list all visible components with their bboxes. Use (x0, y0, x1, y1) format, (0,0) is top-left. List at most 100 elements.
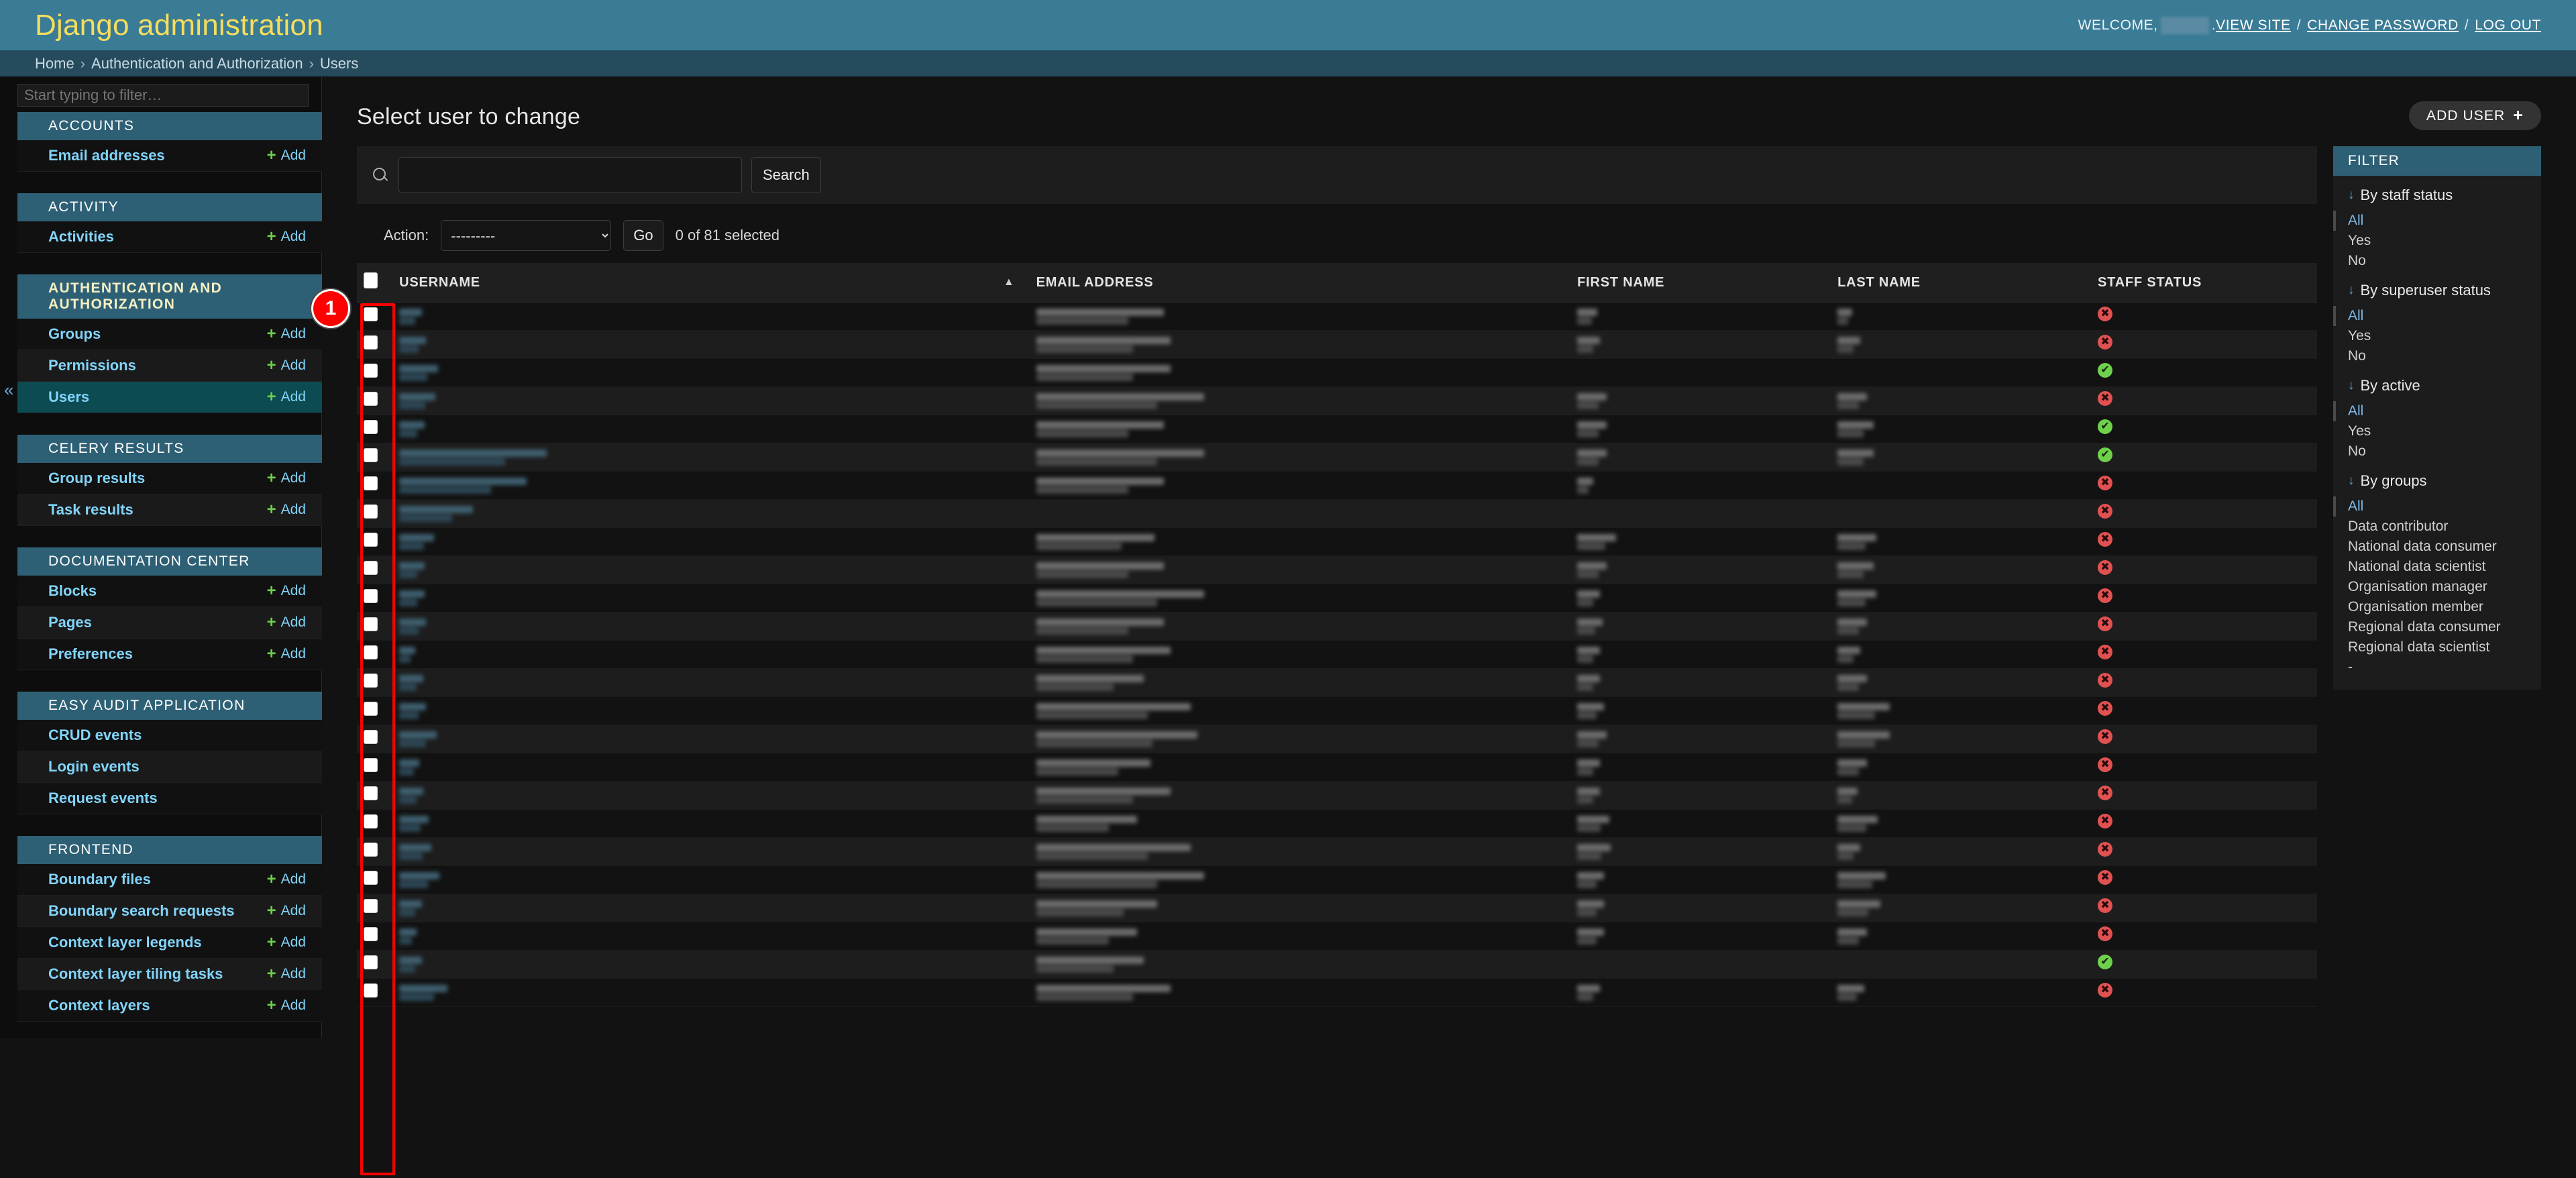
sidebar-app-caption[interactable]: ACCOUNTS (17, 112, 322, 140)
sidebar-item-email-addresses[interactable]: Email addresses + Add (17, 140, 322, 172)
table-row[interactable]: ✔ (357, 950, 2317, 979)
cell-username[interactable] (392, 725, 1030, 753)
table-row[interactable]: ✖ (357, 809, 2317, 838)
filter-option[interactable]: Regional data scientist (2333, 637, 2541, 657)
sidebar-item-context-layers[interactable]: Context layers + Add (17, 990, 322, 1022)
row-checkbox[interactable] (364, 645, 378, 659)
filter-option-link[interactable]: Regional data scientist (2348, 639, 2489, 655)
table-row[interactable]: ✖ (357, 753, 2317, 782)
row-checkbox[interactable] (364, 588, 378, 603)
filter-option-link[interactable]: No (2348, 443, 2366, 459)
sidebar-item-activities[interactable]: Activities + Add (17, 221, 322, 253)
filter-option-link[interactable]: Data contributor (2348, 519, 2448, 534)
filter-option[interactable]: No (2333, 346, 2541, 366)
sidebar-item-preferences[interactable]: Preferences + Add (17, 639, 322, 670)
table-row[interactable]: ✖ (357, 781, 2317, 810)
cell-username[interactable] (392, 612, 1030, 641)
table-row[interactable]: ✖ (357, 330, 2317, 359)
filter-option[interactable]: Yes (2333, 231, 2541, 251)
sidebar-app-caption[interactable]: DOCUMENTATION CENTER (17, 547, 322, 576)
sidebar-item-label[interactable]: Permissions (48, 357, 136, 374)
sidebar-item-label[interactable]: Email addresses (48, 147, 165, 164)
row-checkbox[interactable] (364, 983, 378, 998)
sidebar-item-task-results[interactable]: Task results + Add (17, 494, 322, 526)
sidebar-add-link[interactable]: + Add (267, 871, 306, 888)
row-checkbox[interactable] (364, 673, 378, 688)
sidebar-add-link[interactable]: + Add (267, 903, 306, 919)
search-button[interactable]: Search (751, 157, 821, 193)
sidebar-item-request-events[interactable]: Request events (17, 783, 322, 814)
cell-username[interactable] (392, 950, 1030, 979)
row-checkbox[interactable] (364, 955, 378, 969)
table-row[interactable]: ✖ (357, 668, 2317, 697)
sidebar-add-link[interactable]: + Add (267, 966, 306, 982)
cell-username[interactable] (392, 415, 1030, 443)
row-checkbox[interactable] (364, 786, 378, 800)
row-checkbox[interactable] (364, 307, 378, 321)
sidebar-item-blocks[interactable]: Blocks + Add (17, 576, 322, 607)
filter-option[interactable]: Organisation member (2333, 597, 2541, 617)
sidebar-add-link[interactable]: + Add (267, 148, 306, 164)
sidebar-item-label[interactable]: Request events (48, 790, 158, 807)
row-checkbox[interactable] (364, 898, 378, 913)
filter-option-link[interactable]: Organisation member (2348, 599, 2483, 614)
cell-username[interactable] (392, 640, 1030, 669)
row-checkbox[interactable] (364, 701, 378, 716)
sidebar-item-label[interactable]: CRUD events (48, 727, 142, 744)
filter-option[interactable]: No (2333, 441, 2541, 462)
row-checkbox[interactable] (364, 504, 378, 519)
sidebar-item-label[interactable]: Group results (48, 470, 145, 487)
sidebar-item-label[interactable]: Task results (48, 501, 133, 519)
filter-option[interactable]: Yes (2333, 421, 2541, 441)
table-row[interactable]: ✔ (357, 415, 2317, 443)
filter-option-link[interactable]: Organisation manager (2348, 579, 2487, 594)
table-row[interactable]: ✖ (357, 640, 2317, 669)
add-user-button[interactable]: ADD USER + (2408, 101, 2541, 130)
cell-username[interactable] (392, 837, 1030, 866)
table-row[interactable]: ✖ (357, 555, 2317, 584)
sidebar-add-link[interactable]: + Add (267, 934, 306, 951)
sidebar-add-link[interactable]: + Add (267, 583, 306, 599)
sidebar-item-label[interactable]: Activities (48, 228, 114, 246)
filter-option[interactable]: All (2333, 211, 2541, 231)
sidebar-item-label[interactable]: Preferences (48, 645, 133, 663)
change-password-link[interactable]: CHANGE PASSWORD (2307, 17, 2459, 34)
cell-username[interactable] (392, 865, 1030, 894)
filter-option[interactable]: All (2333, 306, 2541, 326)
filter-group-title[interactable]: ↓ By active (2333, 366, 2541, 401)
sidebar-add-link[interactable]: + Add (267, 470, 306, 486)
sidebar-item-label[interactable]: Context layer tiling tasks (48, 965, 223, 983)
filter-option-link[interactable]: All (2348, 403, 2363, 419)
filter-option[interactable]: All (2333, 401, 2541, 421)
cell-username[interactable] (392, 696, 1030, 725)
table-row[interactable]: ✖ (357, 725, 2317, 753)
filter-option-link[interactable]: No (2348, 348, 2366, 364)
table-row[interactable]: ✖ (357, 612, 2317, 641)
filter-group-title[interactable]: ↓ By superuser status (2333, 271, 2541, 306)
cell-username[interactable] (392, 386, 1030, 415)
select-all-checkbox[interactable] (364, 272, 378, 288)
sidebar-item-boundary-search-requests[interactable]: Boundary search requests + Add (17, 896, 322, 927)
sidebar-item-label[interactable]: Boundary search requests (48, 902, 235, 920)
log-out-link[interactable]: LOG OUT (2475, 17, 2541, 34)
sidebar-app-caption[interactable]: EASY AUDIT APPLICATION (17, 692, 322, 720)
sidebar-item-label[interactable]: Blocks (48, 582, 97, 600)
row-checkbox[interactable] (364, 363, 378, 378)
action-select[interactable]: ---------Delete selected users (441, 220, 612, 251)
filter-group-title[interactable]: ↓ By groups (2333, 462, 2541, 496)
row-checkbox[interactable] (364, 419, 378, 434)
table-row[interactable]: ✖ (357, 527, 2317, 556)
sidebar-item-users[interactable]: Users + Add (17, 382, 322, 413)
cell-username[interactable] (392, 894, 1030, 922)
cell-username[interactable] (392, 922, 1030, 951)
table-row[interactable]: ✖ (357, 499, 2317, 528)
search-input[interactable] (398, 157, 742, 193)
collapse-sidebar-icon[interactable]: « (0, 379, 17, 401)
sidebar-add-link[interactable]: + Add (267, 326, 306, 342)
cell-username[interactable] (392, 499, 1030, 528)
table-row[interactable]: ✔ (357, 358, 2317, 387)
sidebar-item-label[interactable]: Login events (48, 758, 140, 775)
table-row[interactable]: ✖ (357, 922, 2317, 951)
filter-option[interactable]: National data consumer (2333, 537, 2541, 557)
filter-option[interactable]: - (2333, 657, 2541, 678)
